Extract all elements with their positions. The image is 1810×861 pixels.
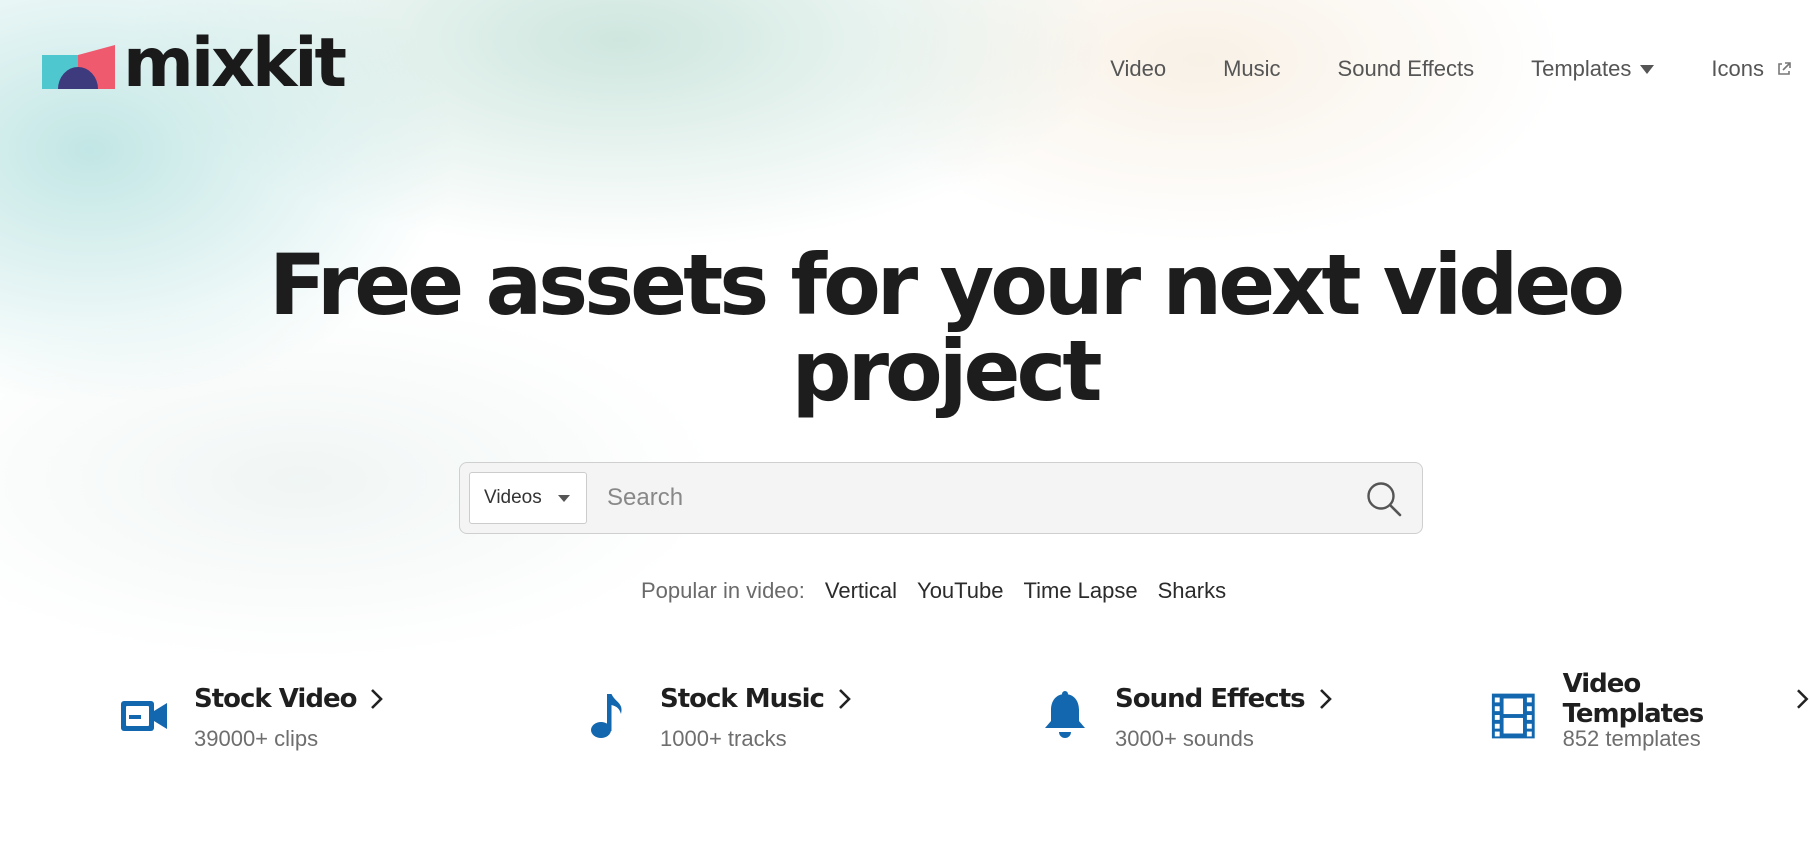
main-nav: Video Music Sound Effects Templates Icon…: [1110, 56, 1792, 82]
category-title: Stock Video: [194, 684, 357, 714]
nav-item-label: Video: [1110, 56, 1167, 81]
logo-mark-icon: [42, 45, 115, 89]
bell-icon: [1045, 691, 1085, 738]
popular-link-youtube[interactable]: YouTube: [917, 578, 1003, 604]
category-title: Sound Effects: [1115, 684, 1306, 714]
category-sound-effects[interactable]: Sound Effects 3000+ sounds: [1039, 682, 1333, 752]
chevron-right-icon: [839, 689, 851, 709]
chevron-right-icon: [371, 689, 384, 709]
nav-item-templates[interactable]: Templates: [1531, 56, 1655, 82]
popular-link-time-lapse[interactable]: Time Lapse: [1024, 578, 1138, 604]
category-count: 1000+ tracks: [660, 726, 787, 751]
hero-title-line-2: project: [791, 322, 1103, 420]
category-stock-music[interactable]: Stock Music 1000+ tracks: [584, 682, 852, 752]
chevron-right-icon: [1319, 689, 1332, 709]
caret-down-icon: [1640, 64, 1655, 74]
chevron-right-icon: [1797, 689, 1809, 709]
mixkit-logo[interactable]: mixkit: [42, 30, 347, 98]
nav-item-icons[interactable]: Icons: [1711, 56, 1792, 82]
nav-item-sound-effects[interactable]: Sound Effects: [1338, 56, 1475, 82]
category-title: Stock Music: [660, 684, 825, 714]
site-header: mixkit Video Music Sound Effects Templat…: [0, 0, 1810, 145]
hero-title: Free assets for your next video project: [0, 242, 1810, 414]
nav-item-label: Templates: [1531, 56, 1632, 81]
hero-title-line-1: Free assets for your next video: [268, 236, 1625, 334]
category-title: Video Templates: [1562, 669, 1705, 729]
logo-wordmark: mixkit: [123, 24, 347, 103]
search-category-value: Videos: [484, 487, 542, 508]
search-icon: [1367, 482, 1402, 517]
music-note-icon: [591, 694, 622, 738]
search-button[interactable]: [1364, 479, 1404, 519]
popular-searches: Popular in video: Vertical YouTube Time …: [641, 578, 1246, 604]
nav-item-music[interactable]: Music: [1223, 56, 1280, 82]
nav-item-video[interactable]: Video: [1110, 56, 1166, 82]
nav-item-label: Icons: [1711, 56, 1764, 81]
search-input[interactable]: [607, 473, 1307, 523]
category-count: 39000+ clips: [194, 726, 319, 751]
category-count: 852 templates: [1562, 726, 1701, 751]
popular-link-sharks[interactable]: Sharks: [1158, 578, 1226, 604]
popular-label: Popular in video:: [641, 578, 805, 603]
category-stock-video[interactable]: Stock Video 39000+ clips: [118, 682, 384, 752]
external-link-icon: [1778, 62, 1791, 75]
film-strip-icon: [1491, 693, 1535, 739]
nav-item-label: Sound Effects: [1337, 56, 1475, 81]
category-video-templates[interactable]: Video Templates 852 templates: [1488, 669, 1810, 752]
category-count: 3000+ sounds: [1115, 726, 1254, 751]
caret-down-icon: [557, 494, 570, 502]
video-camera-icon: [121, 701, 167, 731]
search-category-select[interactable]: Videos: [469, 472, 587, 524]
popular-link-vertical[interactable]: Vertical: [825, 578, 897, 604]
nav-item-label: Music: [1223, 56, 1281, 81]
search-bar: Videos: [459, 462, 1423, 534]
